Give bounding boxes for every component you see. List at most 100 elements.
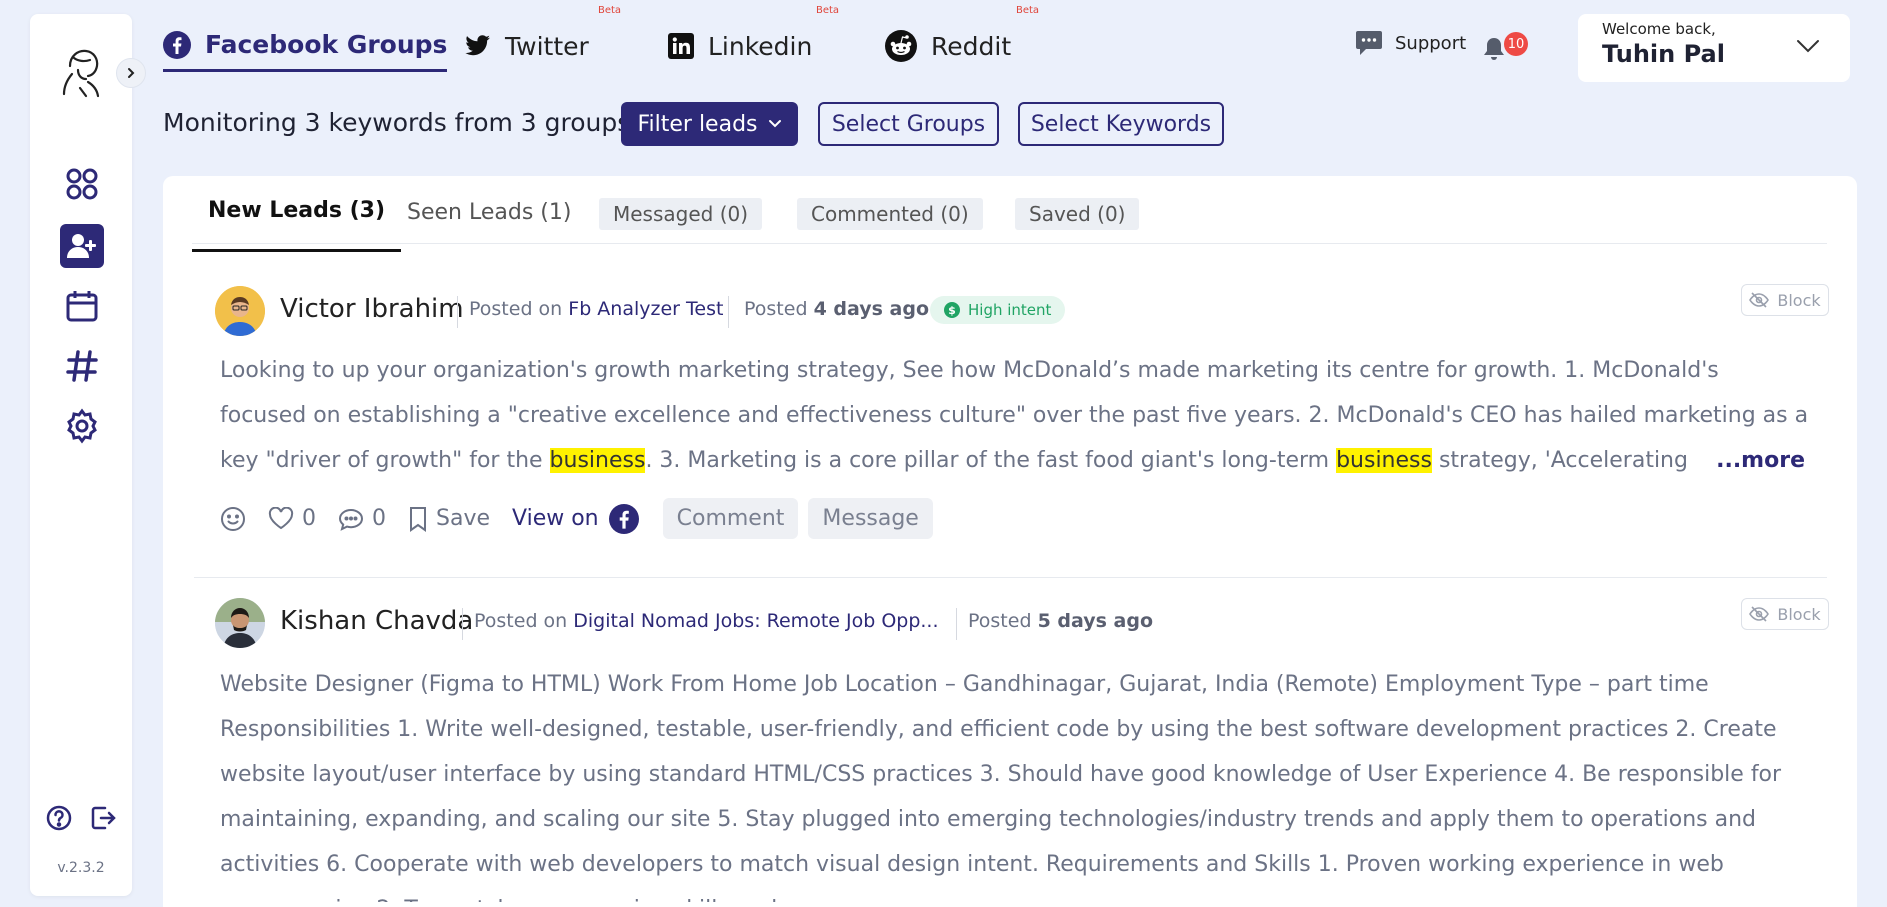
user-profile-logo-icon[interactable] [58, 44, 106, 100]
hashtag-icon[interactable] [60, 344, 104, 388]
comment-count: 0 [372, 506, 386, 531]
twitter-beta-badge: Beta [598, 5, 622, 16]
post-text: Website Designer (Figma to HTML) Work Fr… [220, 672, 1782, 902]
lead-divider [194, 577, 1827, 578]
dashboard-icon[interactable] [60, 162, 104, 206]
avatar[interactable] [215, 286, 265, 336]
view-on-facebook-link[interactable]: View on [512, 503, 639, 534]
posted-ago: 4 days ago [813, 298, 930, 320]
save-label: Save [436, 506, 491, 531]
select-groups-button[interactable]: Select Groups [818, 102, 999, 146]
posted-on: Posted on Digital Nomad Jobs: Remote Job… [474, 610, 939, 632]
chevron-down-icon [768, 120, 781, 128]
tab-twitter[interactable]: Twitter [465, 20, 589, 72]
help-icon[interactable] [45, 804, 73, 836]
posted-on: Posted on Fb Analyzer Test [469, 298, 723, 320]
tab-commented[interactable]: Commented (0) [797, 198, 983, 230]
calendar-icon[interactable] [60, 284, 104, 328]
tabs-divider [192, 243, 1827, 244]
twitter-icon [465, 35, 490, 56]
posted-ago: 5 days ago [1037, 610, 1154, 632]
tab-facebook-label: Facebook Groups [205, 30, 448, 59]
posted-time: Posted 4 days ago [744, 298, 929, 320]
filter-leads-button[interactable]: Filter leads [621, 102, 798, 146]
block-label: Block [1777, 290, 1821, 310]
keyword-highlight: business [549, 448, 646, 473]
linkedin-icon [668, 33, 694, 59]
save-button[interactable]: Save [408, 506, 490, 532]
select-keywords-label: Select Keywords [1030, 111, 1212, 137]
user-menu[interactable]: Welcome back, Tuhin Pal [1578, 14, 1850, 82]
chat-bubble-icon [1356, 31, 1382, 55]
avatar[interactable] [215, 598, 265, 648]
heart-icon [268, 506, 294, 529]
sidebar-expand-button[interactable] [116, 58, 146, 88]
keyword-highlight: business [1336, 448, 1432, 473]
intent-label: High intent [968, 301, 1052, 319]
dollar-icon: $ [944, 302, 960, 318]
lead-actions: 0 0 Save View on Comment Message [220, 498, 943, 539]
leads-icon[interactable] [60, 224, 104, 268]
notifications-button[interactable]: 10 [1482, 30, 1528, 64]
support-button[interactable]: Support [1355, 30, 1466, 56]
tab-linkedin-label: Linkedin [708, 31, 813, 61]
group-link[interactable]: Fb Analyzer Test [568, 298, 723, 320]
welcome-text: Welcome back, [1602, 20, 1716, 38]
bell-icon [1484, 38, 1504, 60]
separator [728, 296, 729, 328]
logout-icon[interactable] [89, 804, 117, 836]
notification-count-badge: 10 [1504, 32, 1528, 56]
comment-bubble-icon [338, 508, 364, 531]
block-button[interactable]: Block [1741, 284, 1829, 316]
like-button[interactable]: 0 [268, 506, 316, 531]
tab-reddit[interactable]: Reddit [885, 20, 1011, 72]
group-link[interactable]: Digital Nomad Jobs: Remote Job Opp... [573, 610, 938, 632]
facebook-icon [163, 30, 191, 59]
support-label: Support [1395, 32, 1467, 54]
tab-seen-leads[interactable]: Seen Leads (1) [407, 200, 571, 225]
high-intent-badge: $ High intent [930, 296, 1066, 324]
eye-off-icon [1749, 292, 1770, 308]
comment-button[interactable]: Comment [662, 498, 799, 539]
sidebar: v.2.3.2 [30, 14, 146, 896]
tab-facebook-groups[interactable]: Facebook Groups [163, 20, 448, 72]
reddit-icon [885, 30, 917, 62]
monitoring-summary: Monitoring 3 keywords from 3 groups [163, 108, 631, 137]
posted-label: Posted [968, 610, 1032, 632]
settings-icon[interactable] [60, 404, 104, 448]
tab-messaged[interactable]: Messaged (0) [599, 198, 763, 230]
bookmark-icon [410, 506, 426, 532]
reddit-beta-badge: Beta [1016, 5, 1040, 16]
posted-on-label: Posted on [469, 298, 563, 320]
block-label: Block [1777, 604, 1821, 624]
read-more-link[interactable]: ...more [1686, 438, 1805, 483]
post-text: Looking to up your organization's growth… [220, 348, 1810, 483]
posted-on-label: Posted on [474, 610, 568, 632]
posted-time: Posted 5 days ago [968, 610, 1153, 632]
filter-leads-label: Filter leads [637, 111, 758, 137]
eye-off-icon [1749, 606, 1770, 622]
react-button[interactable] [220, 506, 246, 532]
separator [956, 608, 957, 640]
facebook-icon [608, 503, 639, 534]
tab-linkedin[interactable]: Linkedin [668, 20, 812, 72]
chevron-down-icon [1797, 40, 1819, 53]
block-button[interactable]: Block [1741, 598, 1829, 630]
tab-reddit-label: Reddit [931, 31, 1012, 61]
tab-saved[interactable]: Saved (0) [1015, 198, 1140, 230]
tab-twitter-label: Twitter [505, 31, 589, 61]
posted-label: Posted [744, 298, 808, 320]
comments-count-button[interactable]: 0 [338, 506, 386, 531]
post-text-part: . 3. Marketing is a core pillar of the f… [645, 448, 1337, 473]
lead-name[interactable]: Victor Ibrahim [280, 294, 464, 324]
message-button[interactable]: Message [808, 498, 933, 539]
smiley-icon [221, 506, 245, 531]
select-keywords-button[interactable]: Select Keywords [1018, 102, 1224, 146]
lead-name[interactable]: Kishan Chavda [280, 606, 473, 636]
select-groups-label: Select Groups [831, 111, 986, 137]
view-on-label: View on [512, 506, 599, 531]
version-label: v.2.3.2 [57, 860, 105, 876]
svg-text:$: $ [948, 304, 956, 317]
separator [457, 296, 458, 328]
separator [462, 608, 463, 640]
